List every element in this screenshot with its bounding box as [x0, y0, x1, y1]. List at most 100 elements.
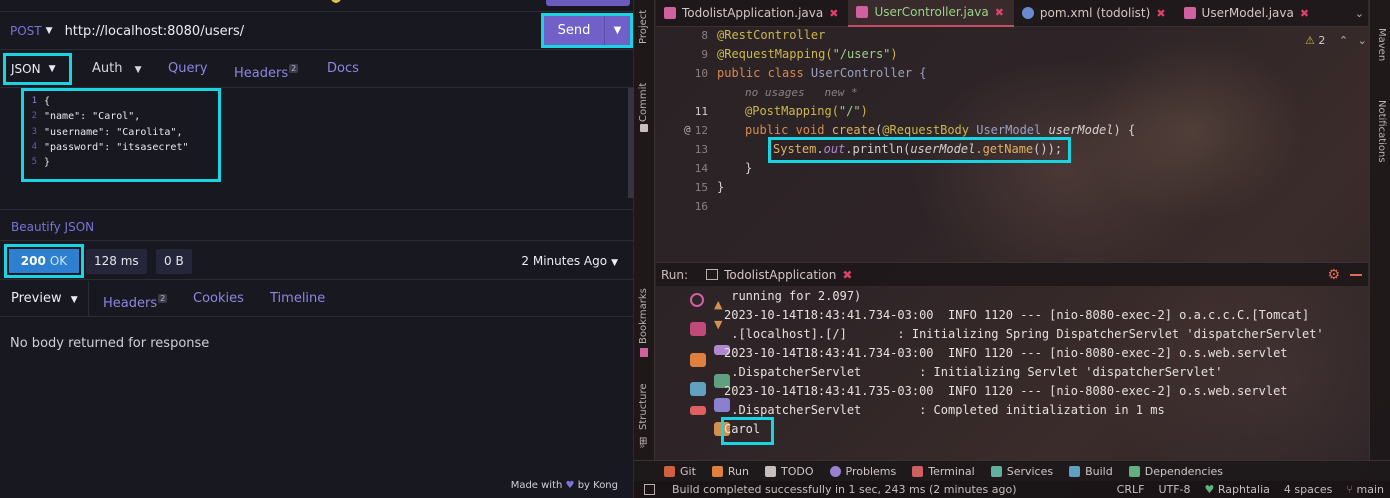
line-number: 9 [701, 48, 708, 61]
json-body-editor[interactable]: 1{ 2 "name": "Carol", 3 "username": "Carol… [0, 88, 634, 210]
more-tools-icon[interactable]: » [639, 441, 645, 452]
code-token: public void [745, 123, 832, 137]
tool-label: Run [727, 464, 749, 478]
git-branch[interactable]: ⑂ main [1346, 483, 1384, 496]
body-type-label: JSON [11, 62, 41, 76]
code-token: ) [860, 104, 868, 118]
chevron-down-icon: ▼ [70, 295, 78, 305]
chevron-down-icon[interactable]: ⌄ [1358, 34, 1367, 47]
response-history-select[interactable]: 2 Minutes Ago ▼ [521, 241, 618, 283]
method-select[interactable]: POST ▼ [10, 24, 53, 38]
run-tab[interactable]: TodolistApplication ✖ [706, 268, 852, 282]
tab-docs[interactable]: Docs [327, 51, 359, 87]
send-button[interactable]: Send ▼ [541, 13, 633, 48]
previous-send-button[interactable] [546, 0, 630, 6]
tabs-more-chevron-icon[interactable]: ⌄ [1355, 7, 1364, 20]
user-widget[interactable]: ♥ Raphtalia [1205, 483, 1270, 496]
left-tool-strip: Project Commit Bookmarks Structure ⊞ » [634, 0, 655, 484]
tool-label: Terminal [928, 464, 975, 478]
tab-pom-xml[interactable]: pom.xml (todolist) ✖ [1014, 0, 1176, 27]
code-token: create [831, 123, 876, 137]
tool-terminal[interactable]: Terminal [912, 465, 975, 478]
close-icon[interactable]: ✖ [1300, 7, 1309, 20]
close-icon[interactable]: ✖ [995, 6, 1004, 19]
tool-services[interactable]: Services [990, 465, 1053, 478]
code-token: @RestController [717, 28, 826, 42]
indent-setting[interactable]: 4 spaces [1284, 483, 1333, 496]
close-icon[interactable]: ✖ [1156, 7, 1165, 20]
tool-maven[interactable]: Maven [1376, 28, 1387, 61]
tool-dependencies[interactable]: Dependencies [1128, 465, 1223, 478]
tab-headers[interactable]: Headers 2 [234, 51, 299, 87]
tool-commit[interactable]: Commit [638, 83, 649, 122]
services-icon [990, 465, 1002, 477]
tool-todo[interactable]: TODO [765, 465, 814, 478]
tool-project[interactable]: Project [638, 10, 649, 44]
console-output[interactable]: running for 2.097) 2023-10-14T18:43:41.7… [721, 286, 1364, 446]
tab-user-model[interactable]: UserModel.java ✖ [1176, 0, 1320, 27]
tab-auth[interactable]: Auth ▼ [92, 51, 142, 87]
tool-build[interactable]: Build [1069, 465, 1113, 478]
usage-hint[interactable]: no usages new * [745, 86, 858, 99]
tool-problems[interactable]: Problems [829, 465, 896, 478]
terminal-icon [912, 465, 924, 477]
settings-gear-icon[interactable] [690, 322, 706, 336]
url-input[interactable]: http://localhost:8080/users/ [65, 24, 245, 39]
run-toolbar: Run: TodolistApplication ✖ ⚙ [656, 262, 1368, 286]
tool-notifications[interactable]: Notifications [1376, 100, 1387, 163]
file-encoding[interactable]: UTF-8 [1158, 483, 1190, 496]
tab-timeline[interactable]: Timeline [270, 281, 325, 316]
code-text: } [44, 157, 51, 169]
status-text: OK [49, 254, 68, 268]
method-label: POST [10, 24, 42, 38]
tab-user-controller[interactable]: UserController.java ✖ [848, 0, 1014, 27]
tool-label: Build [1085, 464, 1113, 478]
made-with-text: Made with [510, 480, 563, 491]
chevron-down-icon: ▼ [134, 65, 142, 75]
tool-structure[interactable]: Structure [638, 383, 649, 430]
gear-icon[interactable]: ⚙ [1327, 267, 1340, 283]
status-dot-icon [331, 0, 341, 3]
beautify-json-link[interactable]: Beautify JSON [11, 220, 94, 234]
build-status-message[interactable]: Build completed successfully in 1 sec, 2… [672, 483, 1017, 496]
send-options-chevron-icon[interactable]: ▼ [605, 25, 630, 36]
stop-icon[interactable] [690, 353, 706, 367]
endpoint-gutter-icon[interactable]: @ [684, 123, 691, 136]
tab-response-headers[interactable]: Headers 2 [103, 281, 168, 321]
dependencies-icon [1128, 465, 1140, 477]
code-token: @RequestBody [882, 123, 977, 137]
exit-icon[interactable] [690, 406, 706, 415]
line-separator[interactable]: CRLF [1117, 483, 1145, 496]
empty-response-message: No body returned for response [10, 336, 210, 351]
tool-bookmarks[interactable]: Bookmarks [638, 288, 649, 344]
close-icon[interactable]: ✖ [829, 7, 838, 20]
layout-icon[interactable] [644, 484, 655, 495]
line-number: 15 [694, 181, 708, 194]
code-line: @RequestMapping("/users") [717, 47, 898, 61]
line-gutter: 8 9 10 11 12 @ 13 14 15 16 [656, 27, 712, 257]
camera-icon[interactable] [690, 382, 706, 396]
close-icon[interactable]: ✖ [842, 268, 852, 282]
rerun-icon[interactable] [690, 293, 704, 307]
code-token: "/" [838, 104, 861, 118]
tool-run[interactable]: Run [711, 464, 749, 478]
code-line: 2 "name": "Carol", [24, 109, 218, 124]
footer-credit: Made with ♥ by Kong [511, 480, 618, 491]
right-tool-strip: Maven Notifications [1369, 0, 1390, 484]
console-line: 2023-10-14T18:43:41.735-03:00 INFO 1120 … [724, 384, 1288, 398]
tab-cookies[interactable]: Cookies [193, 281, 244, 316]
headers-count-badge: 2 [158, 294, 168, 303]
tab-query[interactable]: Query [168, 51, 208, 87]
line-number: 12 [694, 124, 708, 137]
tab-preview[interactable]: Preview ▼ [11, 281, 78, 318]
tab-body-json[interactable]: JSON ▼ [3, 53, 72, 85]
code-line: } [745, 161, 753, 175]
tab-todolist-application[interactable]: TodolistApplication.java ✖ [656, 0, 848, 27]
console-line: running for 2.097) [724, 289, 862, 303]
tool-git[interactable]: Git [664, 465, 696, 478]
json-code-block[interactable]: 1{ 2 "name": "Carol", 3 "username": "Carol… [21, 88, 221, 182]
git-icon [664, 465, 675, 477]
chevron-down-icon: ▼ [48, 64, 56, 74]
minimize-icon[interactable] [1350, 274, 1362, 276]
code-line: @PostMapping("/") [745, 104, 868, 118]
